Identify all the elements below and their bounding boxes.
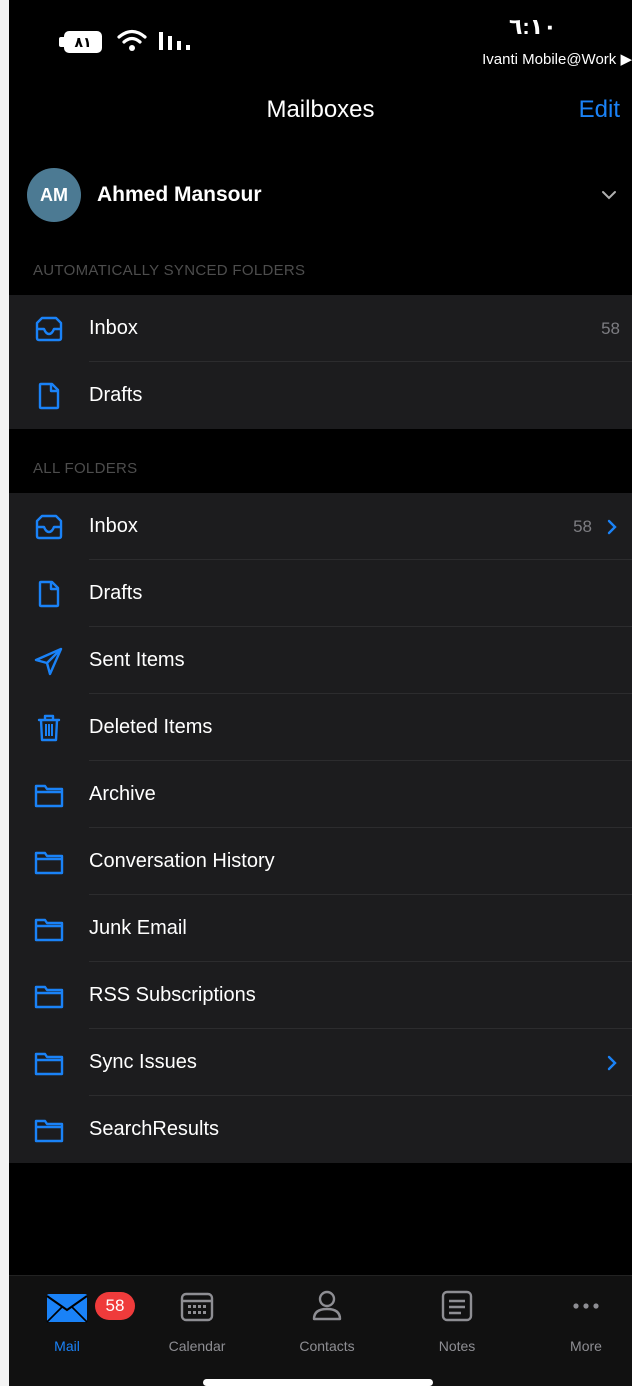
unread-count: 58	[601, 319, 620, 338]
draft-icon	[38, 580, 60, 608]
unread-badge: 58	[95, 1292, 135, 1320]
status-bar: ٨١ ٦:١٠ Ivanti Mobile@Work ▶	[9, 0, 632, 80]
mail-icon	[46, 1294, 88, 1323]
chevron-down-icon	[602, 191, 616, 200]
synced-folders-list: Inbox 58 Drafts	[9, 295, 632, 429]
cellular-signal-icon	[159, 32, 190, 50]
unread-count: 58	[573, 517, 592, 536]
folder-label: Conversation History	[89, 850, 275, 872]
folder-label: Sync Issues	[89, 1051, 197, 1073]
all-folders-header: ALL FOLDERS	[33, 460, 138, 477]
tab-label: Calendar	[168, 1338, 226, 1354]
battery-indicator: ٨١	[64, 31, 102, 53]
folder-row-inbox[interactable]: Inbox 58	[9, 295, 632, 362]
all-folders-list: Inbox 58 Drafts Sent Items Deleted Items…	[9, 493, 632, 1163]
folder-row-searchresults[interactable]: SearchResults	[9, 1096, 632, 1163]
more-icon	[573, 1303, 599, 1309]
folder-label: Inbox	[89, 317, 138, 339]
folder-row-rss-subscriptions[interactable]: RSS Subscriptions	[9, 962, 632, 1029]
folder-label: Deleted Items	[89, 716, 213, 738]
folder-row-junk-email[interactable]: Junk Email	[9, 895, 632, 962]
folder-label: Junk Email	[89, 917, 187, 939]
edit-button[interactable]: Edit	[579, 96, 620, 124]
status-time: ٦:١٠	[509, 14, 557, 39]
account-name: Ahmed Mansour	[97, 183, 262, 206]
folder-label: Sent Items	[89, 649, 185, 671]
folder-row-sent-items[interactable]: Sent Items	[9, 627, 632, 694]
wifi-icon	[117, 29, 147, 51]
folder-label: Drafts	[89, 582, 143, 604]
draft-icon	[38, 382, 60, 410]
folder-row-drafts[interactable]: Drafts	[9, 362, 632, 429]
inbox-icon	[35, 514, 63, 540]
folder-icon	[34, 784, 64, 808]
folder-row-deleted-items[interactable]: Deleted Items	[9, 694, 632, 761]
folder-row-sync-issues[interactable]: Sync Issues	[9, 1029, 632, 1096]
synced-folders-header: AUTOMATICALLY SYNCED FOLDERS	[33, 262, 306, 279]
folder-label: Inbox	[89, 515, 138, 537]
vpn-back-link[interactable]: Ivanti Mobile@Work ▶	[482, 50, 632, 68]
home-indicator[interactable]	[203, 1379, 433, 1386]
trash-icon	[37, 714, 61, 742]
folder-icon	[34, 1052, 64, 1076]
tab-label: More	[570, 1338, 602, 1354]
avatar: AM	[27, 168, 81, 222]
inbox-icon	[35, 316, 63, 342]
tab-notes[interactable]: Notes	[407, 1286, 507, 1354]
calendar-icon	[180, 1292, 214, 1322]
folder-label: SearchResults	[89, 1118, 220, 1140]
contacts-icon	[312, 1290, 342, 1321]
folder-icon	[34, 985, 64, 1009]
tab-label: Notes	[438, 1338, 476, 1354]
folder-row-archive[interactable]: Archive	[9, 761, 632, 828]
folder-icon	[34, 1119, 64, 1143]
tab-calendar[interactable]: Calendar	[147, 1286, 247, 1354]
account-switcher[interactable]: AM Ahmed Mansour	[9, 166, 632, 226]
tab-contacts[interactable]: Contacts	[277, 1286, 377, 1354]
tab-label: Contacts	[299, 1338, 355, 1354]
folder-label: Drafts	[89, 384, 143, 406]
folder-icon	[34, 851, 64, 875]
folder-row-drafts[interactable]: Drafts	[9, 560, 632, 627]
notes-icon	[441, 1290, 473, 1322]
mailboxes-screen: ٨١ ٦:١٠ Ivanti Mobile@Work ▶ Mailboxes E…	[9, 0, 632, 1386]
folder-label: RSS Subscriptions	[89, 984, 256, 1006]
tab-more[interactable]: More	[536, 1286, 632, 1354]
sent-icon	[34, 647, 63, 676]
tab-bar: Mail 58 Calendar Contacts Notes More	[9, 1275, 632, 1386]
chevron-right-icon[interactable]	[606, 518, 618, 536]
folder-row-inbox[interactable]: Inbox 58	[9, 493, 632, 560]
folder-label: Archive	[89, 783, 156, 805]
folder-icon	[34, 918, 64, 942]
page-title: Mailboxes	[266, 96, 375, 123]
folder-row-conversation-history[interactable]: Conversation History	[9, 828, 632, 895]
tab-label: Mail	[54, 1338, 80, 1354]
chevron-right-icon[interactable]	[606, 1054, 618, 1072]
tab-mail[interactable]: Mail 58	[17, 1286, 135, 1354]
